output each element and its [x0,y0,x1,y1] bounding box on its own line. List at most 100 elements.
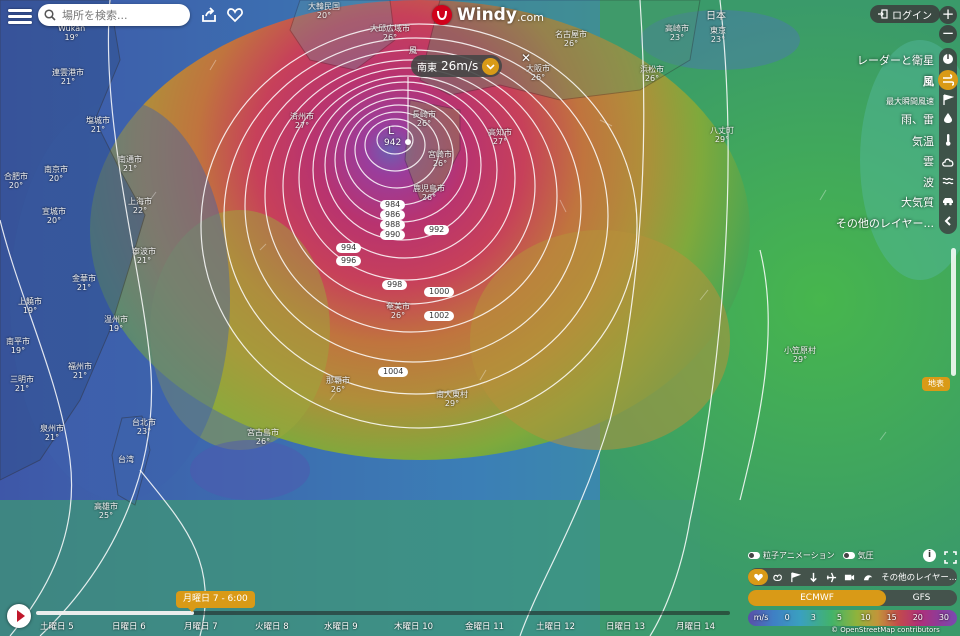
radar-icon [943,54,953,64]
quick-favorite[interactable] [748,569,768,585]
toggle-particles[interactable]: 粒子アニメーション [748,550,835,561]
quick-overlay-bar: その他のレイヤー... [748,568,957,586]
timeline-day[interactable]: 日曜日 6 [112,620,146,632]
menu-button[interactable] [8,6,32,26]
isobar-label: 984 [380,200,406,210]
cloud-icon [941,158,953,167]
wave-icon [942,177,954,185]
search-input[interactable] [60,7,184,23]
login-button[interactable]: ログイン [870,5,940,23]
layer-air-quality[interactable] [941,194,955,208]
wind-icon [943,74,954,86]
timeline-progress [36,611,194,615]
layer-label-clouds[interactable]: 雲 [923,153,934,169]
layer-label-gust[interactable]: 最大瞬間風速 [886,96,934,107]
isobar-label: 1004 [378,367,409,377]
login-label: ログイン [892,10,932,22]
layer-gust[interactable] [941,93,955,107]
timeline-day[interactable]: 土曜日 5 [40,620,74,632]
isobar-label: 992 [424,225,450,235]
timeline-day[interactable]: 月曜日 14 [676,620,715,632]
layer-temperature[interactable] [941,133,955,147]
quick-weather[interactable] [768,569,786,585]
heart-icon [753,573,763,581]
layer-clouds[interactable] [941,155,955,169]
play-icon [16,610,25,622]
logo-name: Windy [457,5,517,25]
scale-value: 3 [810,613,816,622]
windy-logo[interactable]: Windy .com [432,5,544,25]
timeline-day[interactable]: 日曜日 13 [606,620,645,632]
timeline-track[interactable] [36,611,730,615]
info-icon[interactable]: i [923,549,936,562]
play-button[interactable] [7,604,31,628]
share-button[interactable] [200,6,218,24]
close-icon[interactable]: ✕ [521,51,531,65]
model-selector: ECMWF GFS [748,590,957,606]
toggle-pressure[interactable]: 気圧 [842,550,874,561]
timeline-day[interactable]: 水曜日 9 [324,620,358,632]
heart-icon [227,8,243,23]
scale-value: 20 [912,613,923,622]
zoom-out-button[interactable]: − [939,25,957,43]
layer-more[interactable] [941,214,955,228]
zoom-in-button[interactable]: + [939,6,957,24]
timeline-day[interactable]: 金曜日 11 [465,620,504,632]
popup-expand-button[interactable] [482,57,500,75]
isobar-label: 988 [380,220,406,230]
hand-icon [772,573,782,581]
timeline-day[interactable]: 木曜日 10 [394,620,433,632]
timeline-day[interactable]: 土曜日 12 [536,620,575,632]
search-box[interactable] [38,4,190,26]
altitude-slider[interactable] [951,248,956,376]
layer-label-air-quality[interactable]: 大気質 [901,194,934,210]
timeline-day[interactable]: 月曜日 7 [184,620,218,632]
isobar-label: 1002 [424,311,455,321]
quick-gust[interactable] [786,569,804,585]
timeline-current-time[interactable]: 月曜日 7 - 6:00 [176,591,255,612]
weather-map[interactable] [0,0,960,636]
isobar-label: 986 [380,210,406,220]
model-ecmwf[interactable]: ECMWF [748,590,886,606]
layer-label-rain[interactable]: 雨、雷 [901,111,934,127]
quick-more[interactable]: その他のレイヤー... [881,571,957,583]
scale-unit: m/s [753,613,769,622]
altitude-tag[interactable]: 地表 [922,377,950,391]
logo-mark [432,5,452,25]
layer-rain[interactable] [941,111,955,125]
layer-label-radar[interactable]: レーダーと衛星 [857,52,934,68]
layer-label-wind[interactable]: 風 [923,73,934,89]
surf-icon [863,574,872,580]
wind-direction: 南東 [417,62,437,74]
scale-value: 15 [886,613,897,622]
car-icon [943,198,953,206]
fullscreen-icon[interactable] [944,549,957,564]
scale-value: 10 [860,613,871,622]
picker-popup[interactable]: 南東 26m/s [411,55,503,77]
layer-waves[interactable] [941,174,955,188]
layer-label-waves[interactable]: 波 [923,174,934,190]
camera-icon [845,574,855,580]
timeline-day[interactable]: 火曜日 8 [255,620,289,632]
map-toggles: 粒子アニメーション 気圧 [748,550,874,561]
quick-wave[interactable] [859,569,877,585]
favorite-button[interactable] [226,6,244,24]
flag-icon [791,571,801,582]
layer-label-temperature[interactable]: 気温 [912,133,934,149]
arrow-down-icon [810,572,817,582]
model-gfs[interactable]: GFS [886,590,957,606]
quick-webcam[interactable] [841,569,859,585]
minus-icon: − [941,24,955,42]
layer-wind[interactable] [938,70,958,90]
map-attribution: © OpenStreetMap contributors [831,626,940,634]
wind-speed: 26m/s [441,59,479,73]
quick-airport[interactable] [823,569,841,585]
plus-icon: + [941,5,955,23]
login-icon [878,9,888,19]
layer-radar[interactable] [941,52,955,66]
search-icon [44,9,56,21]
quick-down[interactable] [804,569,822,585]
layer-label-more[interactable]: その他のレイヤー... [836,215,934,231]
share-icon [202,7,216,22]
isobar-label: 998 [382,280,408,290]
